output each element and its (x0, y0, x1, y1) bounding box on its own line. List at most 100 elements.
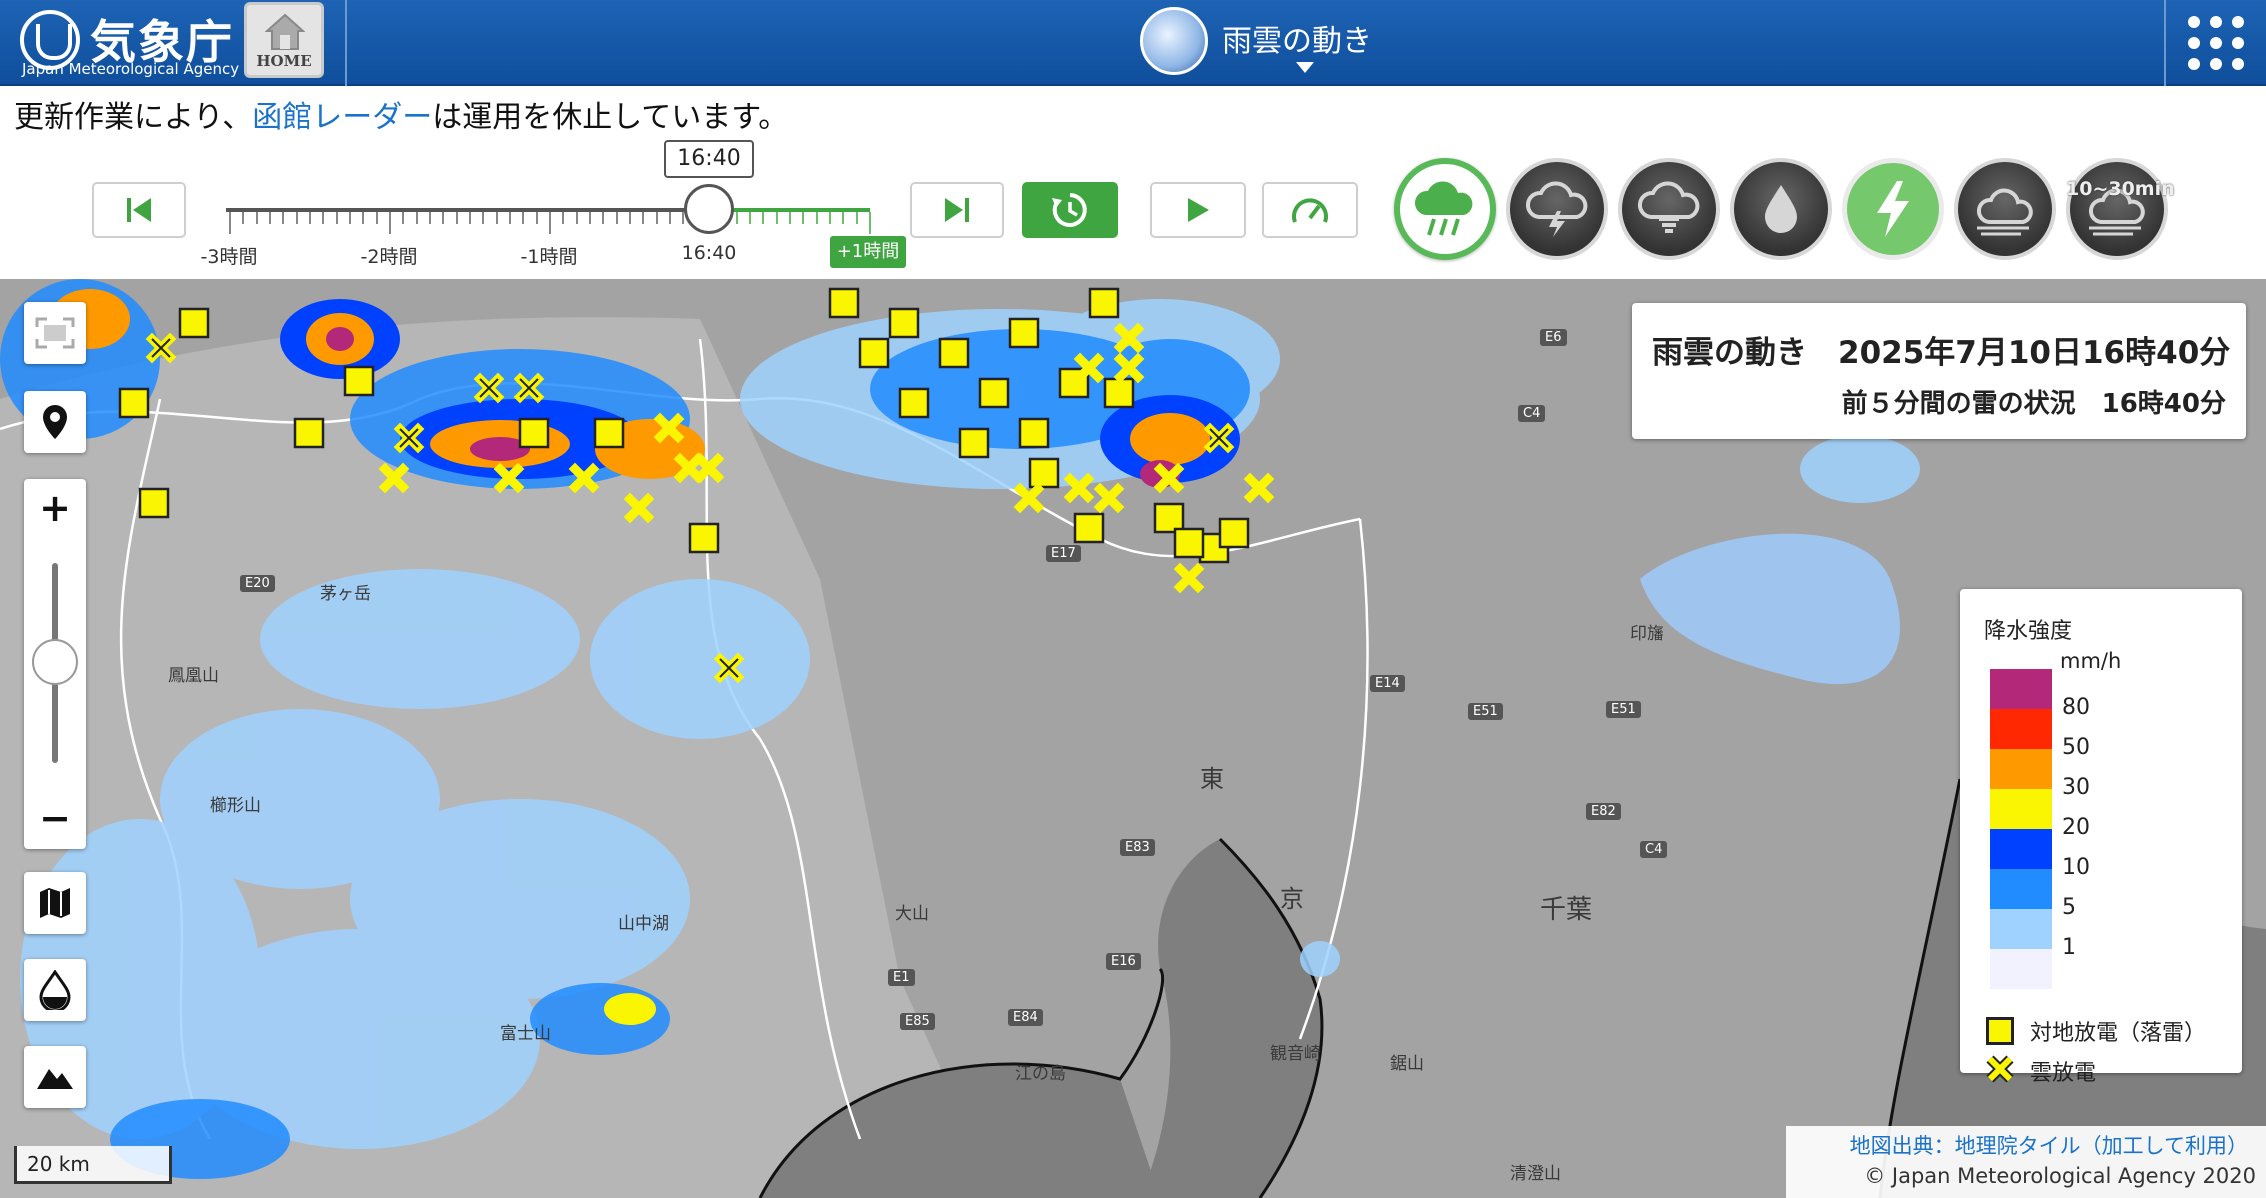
grid-icon (2232, 58, 2244, 70)
grid-icon (2210, 37, 2222, 49)
slider-tick (495, 212, 498, 224)
plus-1h-badge[interactable]: +1時間 (830, 236, 906, 268)
terrain-button[interactable] (24, 1046, 86, 1108)
slider-tick (442, 212, 445, 224)
slider-tick (589, 212, 591, 224)
tick-label-now: 16:40 (681, 242, 737, 264)
legend-level-label: 20 (2062, 815, 2090, 840)
locate-button[interactable] (24, 391, 86, 453)
slider-tick (562, 212, 565, 224)
slider-tick (389, 212, 391, 234)
place-label: 大山 (895, 904, 929, 924)
road-shield: E83 (1120, 839, 1155, 856)
legend-mark-label: 対地放電（落雷） (2030, 1021, 2207, 1046)
mode-rain-drop-button[interactable] (1730, 158, 1832, 260)
slider-tick (415, 212, 418, 224)
road-shield: E51 (1468, 703, 1503, 720)
legend-mark-label: 雲放電 (2030, 1061, 2097, 1086)
skip-end-icon (945, 198, 969, 222)
slider-tick (282, 212, 285, 224)
slider-tick (455, 212, 458, 224)
place-label: 東 (1200, 765, 1224, 793)
slider-tick (615, 212, 618, 224)
slider-tick (829, 212, 831, 224)
grid-icon (2188, 16, 2200, 28)
slider-tick (269, 212, 271, 224)
road-shield: E84 (1008, 1009, 1043, 1026)
mode-lightning-button[interactable] (1842, 158, 1944, 260)
road-shield: E51 (1606, 701, 1641, 718)
time-slider[interactable]: 16:40 -3時間 -2時間 -1時間 16:40 +1時間 (201, 140, 906, 270)
map-layer-button[interactable] (24, 872, 86, 934)
play-button[interactable] (1150, 182, 1246, 238)
slider-tick (575, 212, 578, 224)
jma-logo[interactable]: 気象庁 Japan Meteorological Agency (18, 4, 239, 80)
slider-thumb[interactable] (684, 184, 734, 234)
legend-swatch (1990, 709, 2052, 749)
legend-level-label: 10 (2062, 855, 2090, 880)
slider-tick (602, 212, 605, 224)
legend-level-label: 5 (2062, 895, 2076, 920)
zoom-out-button[interactable]: − (24, 789, 86, 849)
road-shield: E16 (1106, 953, 1141, 970)
zoom-in-button[interactable]: + (24, 479, 86, 539)
legend-title: 降水強度 (1984, 619, 2073, 644)
legend-swatch (1990, 949, 2052, 989)
notice-prefix: 更新作業により、 (14, 100, 253, 135)
chevron-down-icon (1296, 62, 1314, 73)
notice-suffix: は運用を休止しています。 (432, 100, 789, 135)
slider-tick (749, 212, 751, 224)
slider-tick (869, 212, 871, 234)
fullscreen-button[interactable] (24, 302, 86, 364)
home-button[interactable]: HOME (244, 2, 324, 78)
attribution-link[interactable]: 地図出典：地理院タイル（加工して利用） (1850, 1130, 2248, 1160)
slider-tick (735, 212, 738, 224)
app-header: 気象庁 Japan Meteorological Agency HOME 雨雲の… (0, 0, 2266, 86)
app-menu-toggle[interactable]: 雨雲の動き (1140, 4, 1380, 80)
slider-tick (762, 212, 765, 224)
skip-to-start-button[interactable] (92, 182, 186, 238)
mode-cloud-motion-button[interactable] (1954, 158, 2056, 260)
grid-icon (2188, 58, 2200, 70)
road-shield: E14 (1370, 675, 1405, 692)
road-shield: E20 (240, 575, 275, 592)
map-attribution: 地図出典：地理院タイル（加工して利用） © Japan Meteorologic… (1786, 1126, 2266, 1198)
skip-to-end-button[interactable] (910, 182, 1004, 238)
grid-menu-button[interactable] (2164, 0, 2266, 86)
rain-drop-icon (1765, 185, 1797, 233)
legend-swatch (1990, 829, 2052, 869)
legend-level-label: 50 (2062, 735, 2090, 760)
opacity-button[interactable] (24, 959, 86, 1021)
home-label: HOME (256, 52, 312, 70)
radar-map[interactable]: 茅ヶ岳 鳳凰山 櫛形山 山中湖 富士山 大山 江の島 観音崎 千葉 東 京 鋸山… (0, 279, 2266, 1198)
slider-tick (802, 212, 805, 224)
zoom-slider-thumb[interactable] (32, 639, 78, 685)
legend-swatch (1990, 669, 2052, 709)
place-label: 江の島 (1015, 1064, 1066, 1084)
place-label: 富士山 (500, 1024, 551, 1044)
mode-tornado-cloud-button[interactable] (1618, 158, 1720, 260)
slider-tick (815, 212, 818, 224)
mode-thunder-cloud-button[interactable] (1506, 158, 1608, 260)
reload-latest-button[interactable] (1022, 182, 1118, 238)
slider-tick (402, 212, 405, 224)
org-subtitle: Japan Meteorological Agency (22, 60, 240, 78)
slider-tick (229, 212, 231, 234)
info-panel: 雨雲の動き 2025年7月10日16時40分 前５分間の雷の状況 16時40分 (1632, 303, 2246, 439)
road-shield: C4 (1640, 841, 1668, 858)
slider-tick (522, 212, 525, 224)
location-pin-icon (43, 405, 67, 439)
precipitation-legend: 降水強度 mm/h 対地放電（落雷） 雲放電 80 50 30 20 10 5 1 (1960, 589, 2242, 1086)
slider-tick (362, 212, 365, 224)
road-shield: E17 (1046, 545, 1081, 562)
grid-icon (2210, 58, 2222, 70)
mode-rain-cloud-button[interactable] (1394, 158, 1496, 260)
mode-cloud-10-30-button[interactable] (2066, 158, 2168, 260)
slider-tick (549, 212, 551, 234)
notice-link[interactable]: 函館レーダー (252, 100, 432, 135)
mountain-icon (37, 1069, 73, 1089)
slider-tick (789, 212, 791, 224)
map-icon (40, 888, 70, 918)
speed-button[interactable] (1262, 182, 1358, 238)
road-shield: E1 (888, 969, 915, 986)
